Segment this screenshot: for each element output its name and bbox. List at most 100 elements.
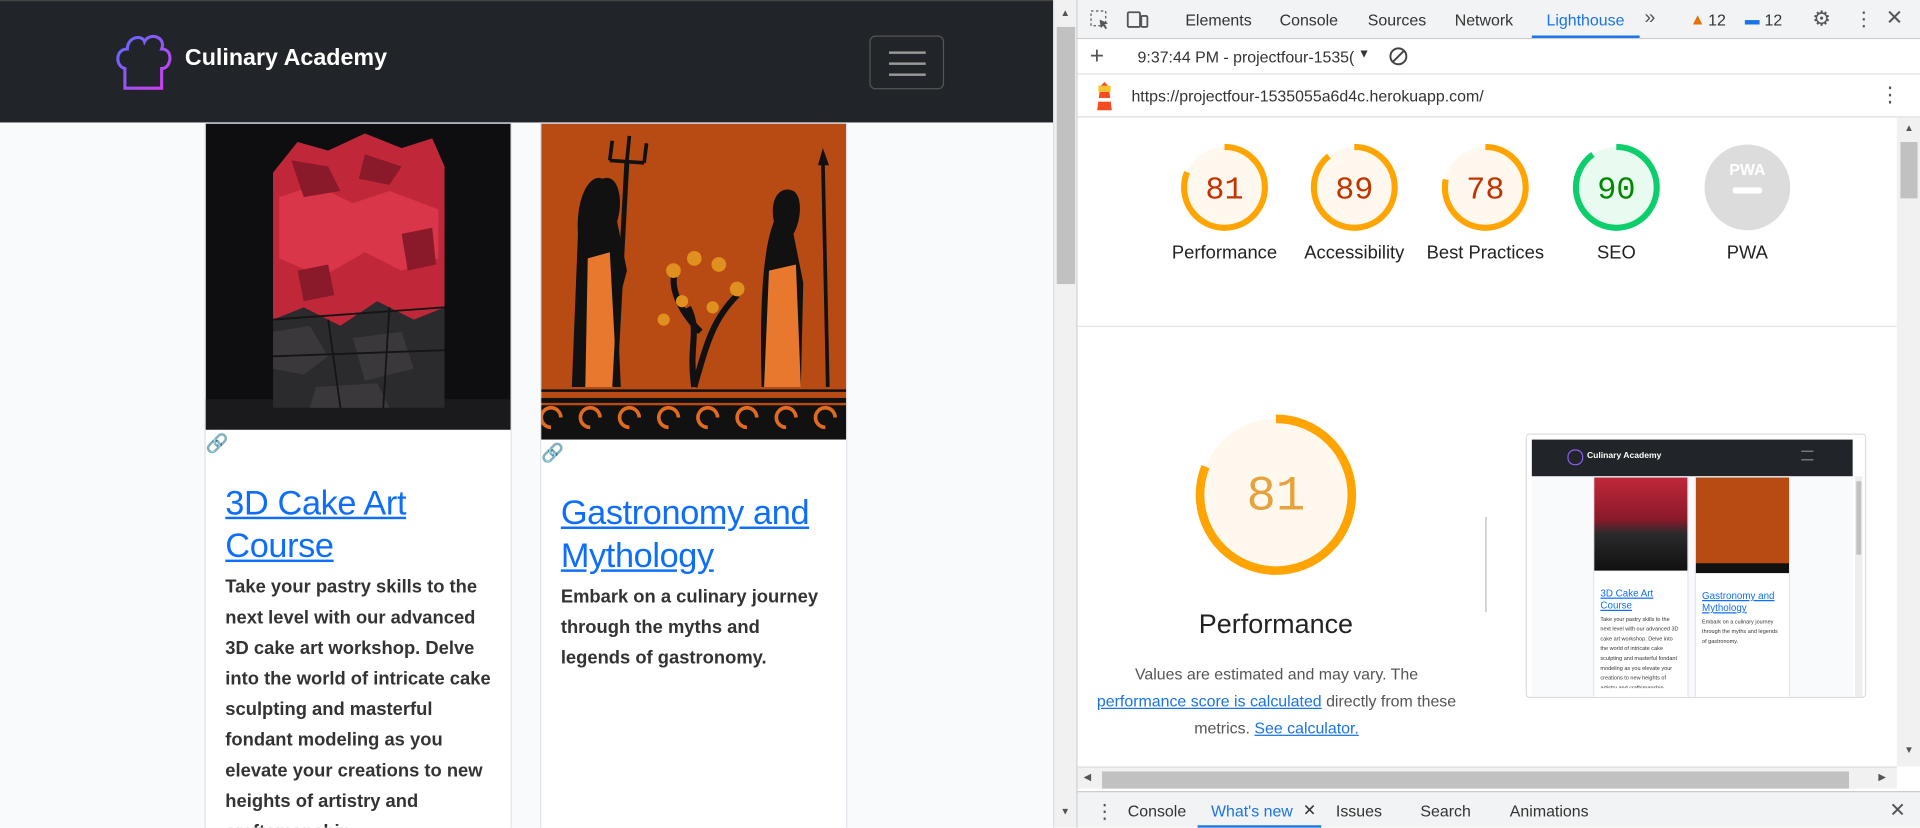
thumb-card: 3D Cake Art Course Take your pastry skil… xyxy=(1593,476,1689,697)
report-selector[interactable]: 9:37:44 PM - projectfour-1535( xyxy=(1138,48,1355,66)
clear-block-icon[interactable] xyxy=(1389,47,1409,67)
messages-count[interactable]: 12 xyxy=(1765,11,1783,29)
thumb-navbar: Culinary Academy xyxy=(1531,439,1853,477)
performance-big-gauge: 81 xyxy=(1193,411,1360,578)
close-drawer-icon[interactable]: ✕ xyxy=(1889,798,1905,822)
report-menu-icon[interactable]: ⋮ xyxy=(1880,83,1901,107)
drawer-tab-issues[interactable]: Issues xyxy=(1336,802,1382,820)
vertical-separator xyxy=(1485,516,1487,613)
lighthouse-report: 81 Performance 89 Accessibility 78 Best … xyxy=(1077,117,1897,767)
scroll-down-arrow-icon[interactable]: ▼ xyxy=(1060,806,1070,817)
device-toolbar-icon[interactable] xyxy=(1126,10,1149,30)
scroll-right-arrow-icon[interactable]: ▶ xyxy=(1878,771,1886,782)
navbar-toggler-button[interactable] xyxy=(869,35,945,90)
drawer-tab-animations[interactable]: Animations xyxy=(1510,802,1589,820)
page-scrollbar[interactable]: ▲ ▼ xyxy=(1053,0,1077,828)
lighthouse-toolbar: + 9:37:44 PM - projectfour-1535( ▼ xyxy=(1077,39,1920,75)
report-vertical-scrollbar[interactable]: ▲ ▼ xyxy=(1896,117,1920,767)
hamburger-line xyxy=(888,51,926,54)
active-tab-indicator xyxy=(1531,35,1640,38)
performance-title: Performance xyxy=(1198,608,1354,640)
new-report-plus-icon[interactable]: + xyxy=(1090,43,1104,71)
lighthouse-logo-icon xyxy=(1097,82,1112,111)
score-value: 78 xyxy=(1466,172,1504,208)
thumb-card-text: Take your pastry skills to the next leve… xyxy=(1600,615,1679,689)
tab-lighthouse[interactable]: Lighthouse xyxy=(1547,11,1625,29)
website-viewport: Culinary Academy 🔗 3D Cake Art Course Ta… xyxy=(0,0,1054,828)
performance-score-calculated-link[interactable]: performance score is calculated xyxy=(1097,692,1322,710)
thumb-menu-icon xyxy=(1801,450,1814,461)
tab-sources[interactable]: Sources xyxy=(1368,11,1426,29)
score-gauge-seo[interactable]: 90 SEO xyxy=(1558,142,1676,267)
scrollbar-thumb[interactable] xyxy=(1900,142,1918,199)
score-gauge-best-practices[interactable]: 78 Best Practices xyxy=(1427,142,1545,267)
mythology-image xyxy=(541,123,847,440)
score-gauge-performance[interactable]: 81 Performance xyxy=(1166,142,1284,267)
scrollbar-thumb[interactable] xyxy=(1102,771,1849,789)
link-icon[interactable]: 🔗 xyxy=(541,442,564,464)
drawer-tab-whats-new[interactable]: What's new xyxy=(1211,802,1293,820)
section-divider xyxy=(1077,325,1897,327)
messages-icon[interactable]: ▬ xyxy=(1745,11,1760,28)
tab-network[interactable]: Network xyxy=(1455,11,1513,29)
audited-url[interactable]: https://projectfour-1535055a6d4c.herokua… xyxy=(1131,87,1483,105)
report-horizontal-scrollbar[interactable]: ◀ ▶ xyxy=(1077,766,1897,789)
warning-icon[interactable]: ▲ xyxy=(1690,10,1706,28)
score-value: 90 xyxy=(1597,172,1635,208)
link-icon[interactable]: 🔗 xyxy=(206,432,229,454)
score-gauge-pwa[interactable]: PWA PWA xyxy=(1689,142,1807,267)
drawer-menu-icon[interactable]: ⋮ xyxy=(1095,800,1115,824)
thumb-card: Gastronomy and Mythology Embark on a cul… xyxy=(1694,476,1791,697)
hamburger-line xyxy=(888,62,926,65)
dropdown-caret-icon[interactable]: ▼ xyxy=(1358,48,1370,61)
performance-note: Values are estimated and may vary. The p… xyxy=(1090,661,1463,742)
drawer-tab-console[interactable]: Console xyxy=(1128,802,1186,820)
warnings-count[interactable]: 12 xyxy=(1708,11,1726,29)
scroll-down-arrow-icon[interactable]: ▼ xyxy=(1904,744,1914,755)
score-label: Accessibility xyxy=(1304,242,1405,264)
close-icon[interactable]: ✕ xyxy=(1886,6,1903,30)
cake-image xyxy=(205,123,511,430)
course-card: 🔗 3D Cake Art Course Take your pastry sk… xyxy=(204,122,512,828)
score-gauge-accessibility[interactable]: 89 Accessibility xyxy=(1296,142,1414,267)
tab-console[interactable]: Console xyxy=(1280,11,1338,29)
card-title-link[interactable]: 3D Cake Art Course xyxy=(225,481,507,567)
devtools-tabbar: Elements Console Sources Network Lightho… xyxy=(1077,0,1920,40)
more-options-icon[interactable]: ⋮ xyxy=(1854,7,1874,31)
performance-score-value: 81 xyxy=(1247,468,1306,524)
brand-name[interactable]: Culinary Academy xyxy=(185,45,387,72)
final-screenshot-thumbnail[interactable]: Culinary Academy 3D Cake Art Course Take… xyxy=(1525,433,1867,698)
score-value: 81 xyxy=(1205,172,1243,208)
card-title-link[interactable]: Gastronomy and Mythology xyxy=(561,491,843,577)
tab-elements[interactable]: Elements xyxy=(1185,11,1251,29)
scroll-left-arrow-icon[interactable]: ◀ xyxy=(1084,771,1092,782)
scroll-up-arrow-icon[interactable]: ▲ xyxy=(1060,7,1070,18)
score-label: Performance xyxy=(1171,242,1278,264)
settings-gear-icon[interactable]: ⚙ xyxy=(1812,7,1831,31)
pwa-badge-icon: PWA xyxy=(1729,162,1766,179)
card-description: Embark on a culinary journey through the… xyxy=(560,586,819,669)
devtools-drawer: ⋮ Console What's new ✕ Issues Search Ani… xyxy=(1077,791,1920,828)
scrollbar-thumb[interactable] xyxy=(1056,26,1076,285)
thumb-card-text: Embark on a culinary journey through the… xyxy=(1702,618,1778,645)
thumb-scrollbar xyxy=(1855,476,1863,697)
inspect-element-icon[interactable] xyxy=(1090,10,1111,31)
devtools-panel: Elements Console Sources Network Lightho… xyxy=(1076,0,1920,828)
see-calculator-link[interactable]: See calculator. xyxy=(1254,719,1358,737)
thumb-card-title: 3D Cake Art Course xyxy=(1600,587,1654,612)
score-label: PWA xyxy=(1726,242,1768,264)
score-value: 89 xyxy=(1335,172,1373,208)
more-tabs-icon[interactable]: » xyxy=(1645,7,1656,29)
thumb-logo-icon xyxy=(1567,449,1584,466)
drawer-tab-search[interactable]: Search xyxy=(1420,802,1470,820)
scroll-up-arrow-icon[interactable]: ▲ xyxy=(1904,122,1914,133)
thumb-body: 3D Cake Art Course Take your pastry skil… xyxy=(1531,476,1863,697)
course-card: 🔗 Gastronomy and Mythology Embark on a c… xyxy=(540,122,848,828)
note-text: Values are estimated and may vary. The xyxy=(1134,664,1419,684)
thumb-card-image xyxy=(1594,477,1688,571)
thumb-card-image xyxy=(1695,477,1789,574)
close-tab-icon[interactable]: ✕ xyxy=(1303,801,1316,821)
audited-url-bar: https://projectfour-1535055a6d4c.herokua… xyxy=(1077,74,1920,118)
hamburger-line xyxy=(888,73,926,76)
chef-hat-logo-icon[interactable] xyxy=(113,32,174,93)
